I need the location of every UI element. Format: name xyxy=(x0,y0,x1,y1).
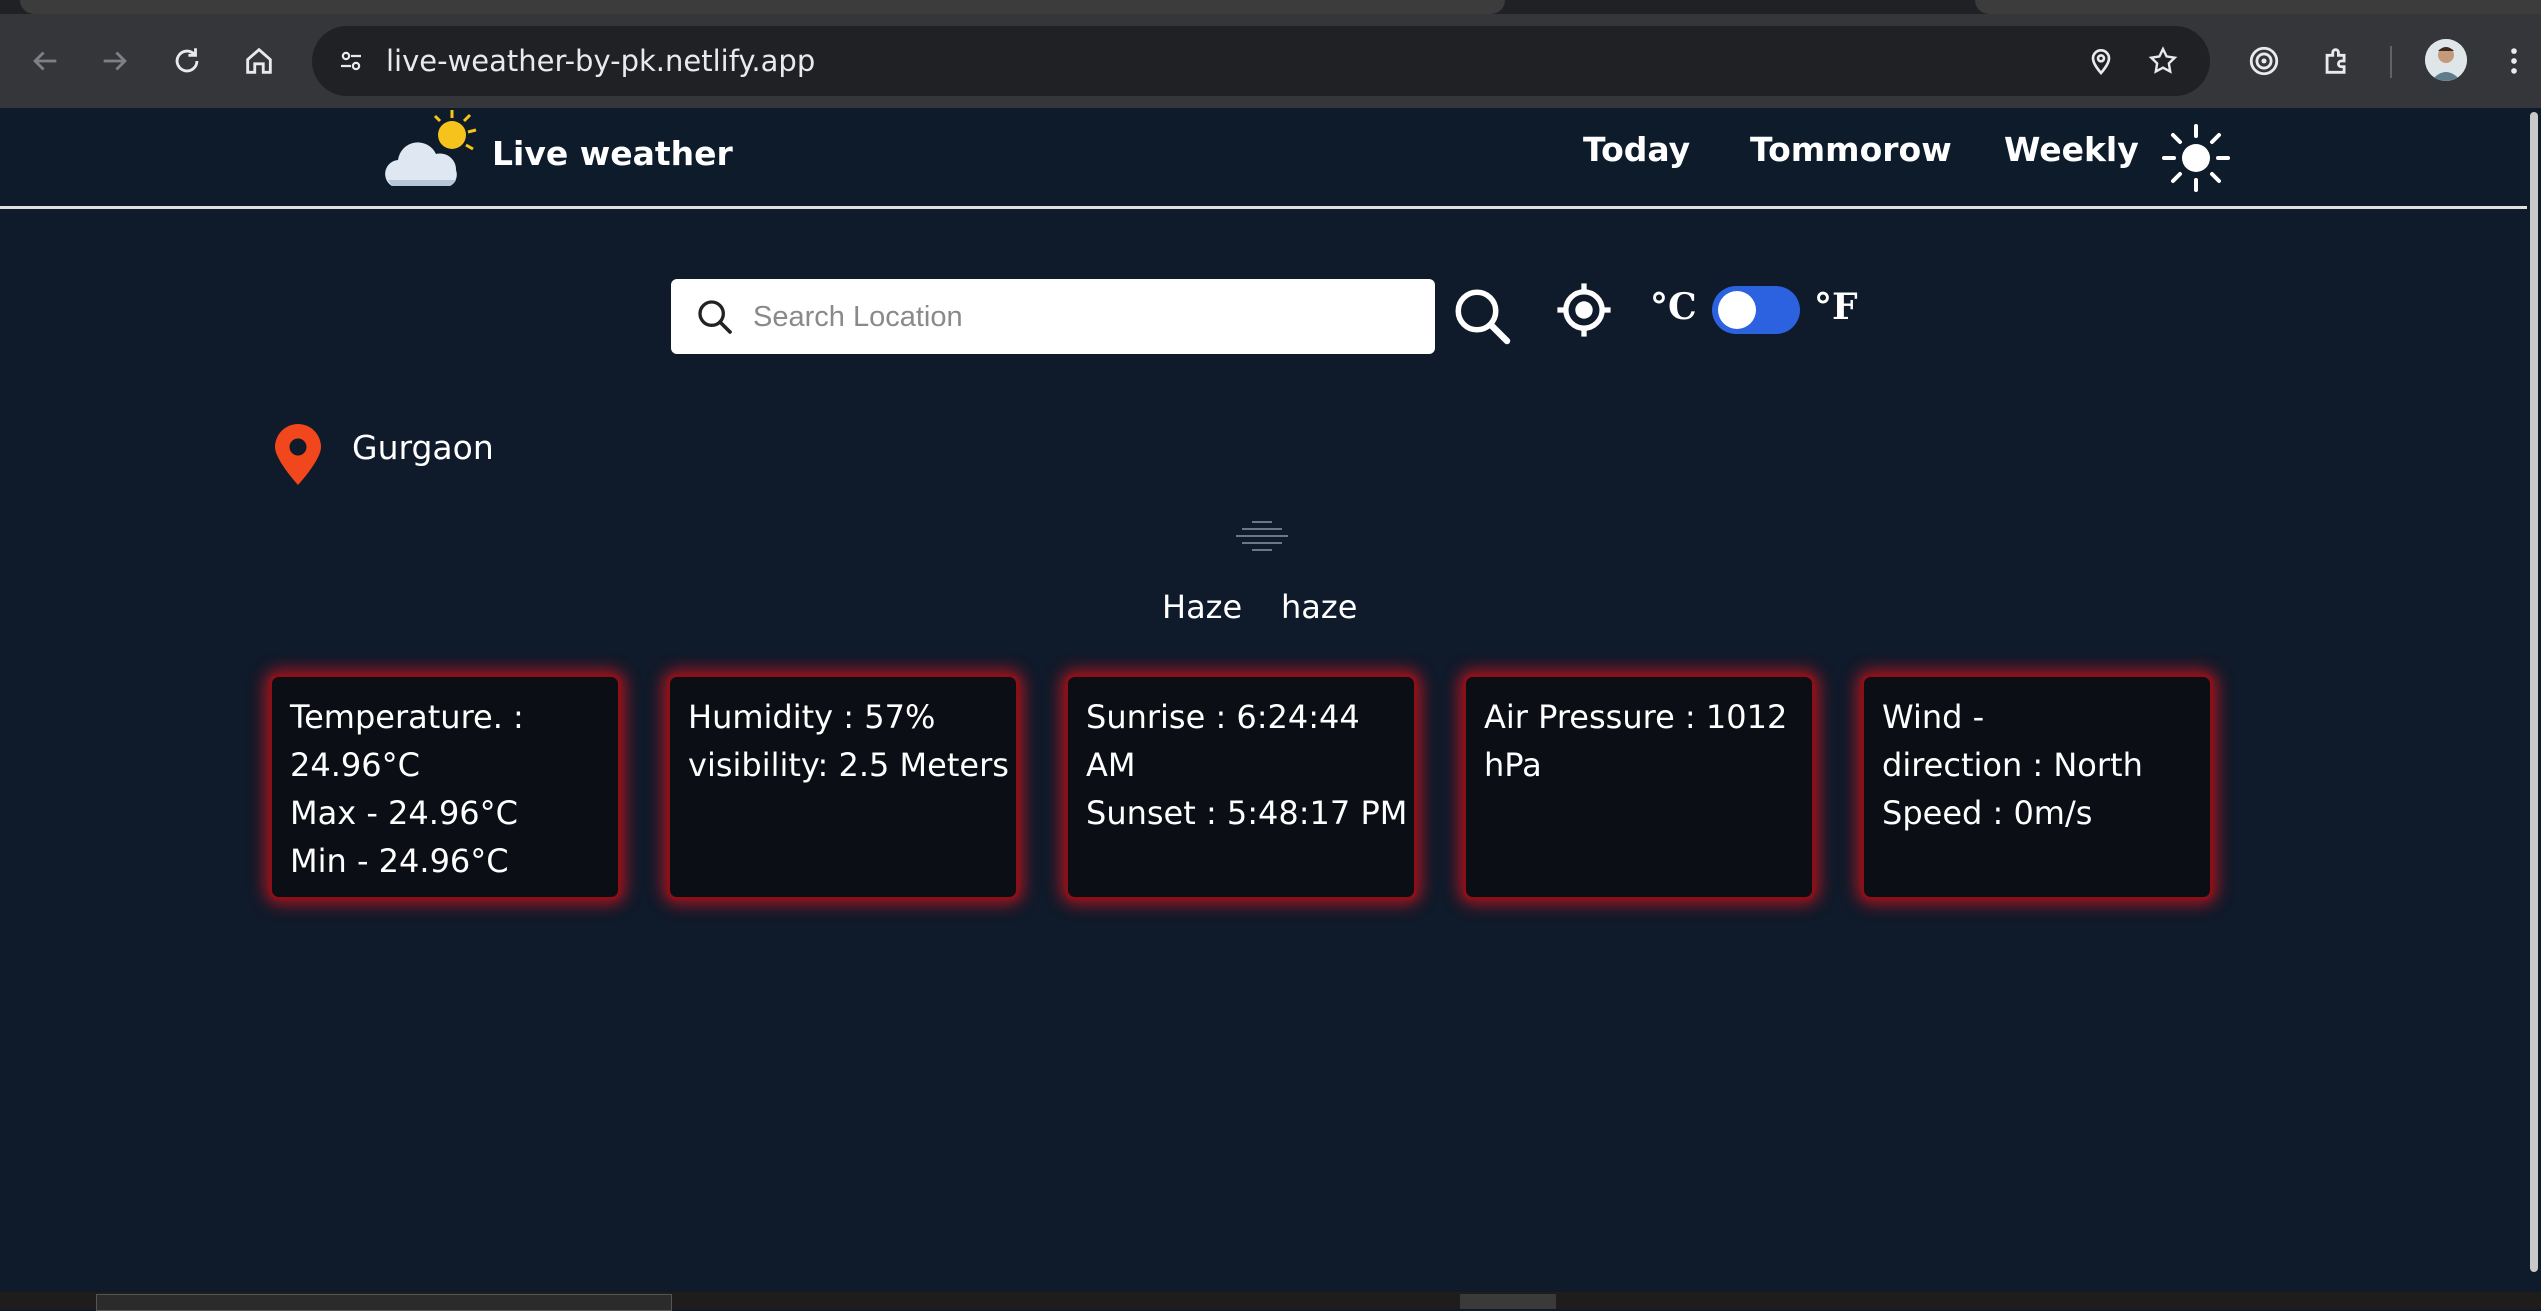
card-line: AM xyxy=(1086,746,1136,784)
brand-title[interactable]: Live weather xyxy=(492,134,733,173)
card-line: direction : North xyxy=(1882,746,2143,784)
temperature-card: Temperature. : 24.96°C Max - 24.96°C Min… xyxy=(269,674,621,900)
haze-weather-icon xyxy=(1236,521,1288,551)
fahrenheit-label: °F xyxy=(1814,286,1858,328)
card-line: Air Pressure : 1012 xyxy=(1484,698,1788,736)
theme-toggle-sun-icon[interactable] xyxy=(2160,122,2232,194)
sun-times-card: Sunrise : 6:24:44 AM Sunset : 5:48:17 PM xyxy=(1065,674,1417,900)
current-location-icon[interactable] xyxy=(1555,281,1613,339)
card-line: Speed : 0m/s xyxy=(1882,794,2093,832)
search-input[interactable] xyxy=(751,279,1415,356)
search-icon xyxy=(698,300,732,334)
search-button-icon[interactable] xyxy=(1452,286,1512,346)
wind-card: Wind - direction : North Speed : 0m/s xyxy=(1861,674,2213,900)
card-line: 24.96°C xyxy=(290,746,420,784)
menu-kebab-icon[interactable] xyxy=(2487,34,2541,88)
nav-weekly[interactable]: Weekly xyxy=(2004,130,2139,169)
scrollbar-thumb[interactable] xyxy=(2530,112,2538,1272)
card-line: Sunset : 5:48:17 PM xyxy=(1086,794,1408,832)
browser-toolbar: live-weather-by-pk.netlify.app xyxy=(0,14,2541,108)
page-scrollbar[interactable] xyxy=(2527,108,2541,1292)
condition-description: haze xyxy=(1281,588,1358,626)
taskbar-search[interactable] xyxy=(96,1294,672,1311)
taskbar-app[interactable] xyxy=(1460,1294,1556,1309)
forward-icon[interactable] xyxy=(88,34,142,88)
card-line: Wind - xyxy=(1882,698,1985,736)
nav-today[interactable]: Today xyxy=(1583,130,1690,169)
inactive-tab[interactable] xyxy=(1975,0,2541,14)
humidity-card: Humidity : 57% visibility: 2.5 Meters xyxy=(667,674,1019,900)
unit-toggle[interactable] xyxy=(1712,286,1800,334)
city-name: Gurgaon xyxy=(352,428,494,467)
card-line: Min - 24.96°C xyxy=(290,842,509,880)
card-line: Max - 24.96°C xyxy=(290,794,518,832)
location-permission-icon[interactable] xyxy=(2080,40,2122,82)
back-icon[interactable] xyxy=(18,34,72,88)
condition-main: Haze xyxy=(1162,588,1243,626)
site-info-icon[interactable] xyxy=(326,36,376,86)
profile-avatar[interactable] xyxy=(2425,39,2467,81)
active-tab[interactable] xyxy=(20,0,1505,14)
extensions-puzzle-icon[interactable] xyxy=(2310,34,2364,88)
os-taskbar xyxy=(0,1292,2541,1311)
air-pressure-card: Air Pressure : 1012 hPa xyxy=(1463,674,1815,900)
card-line: Sunrise : 6:24:44 xyxy=(1086,698,1360,736)
card-line: Humidity : 57% xyxy=(688,698,936,736)
tab-strip xyxy=(0,0,2541,14)
app-header: Live weather Today Tommorow Weekly xyxy=(0,108,2527,209)
celsius-label: °C xyxy=(1650,286,1697,328)
reload-icon[interactable] xyxy=(160,34,214,88)
location-pin-icon xyxy=(275,424,321,485)
search-box xyxy=(671,279,1435,356)
address-bar[interactable]: live-weather-by-pk.netlify.app xyxy=(312,26,2210,96)
url-text[interactable]: live-weather-by-pk.netlify.app xyxy=(386,26,815,96)
unit-toggle-knob xyxy=(1718,291,1756,329)
toolbar-separator xyxy=(2390,46,2392,78)
nav-tomorrow[interactable]: Tommorow xyxy=(1750,130,1952,169)
home-icon[interactable] xyxy=(232,34,286,88)
extension-target-icon[interactable] xyxy=(2237,34,2291,88)
weather-logo-icon xyxy=(385,110,477,186)
bookmark-star-icon[interactable] xyxy=(2142,40,2184,82)
card-line: hPa xyxy=(1484,746,1542,784)
card-line: Temperature. : xyxy=(290,698,524,736)
card-line: visibility: 2.5 Meters xyxy=(688,746,1009,784)
